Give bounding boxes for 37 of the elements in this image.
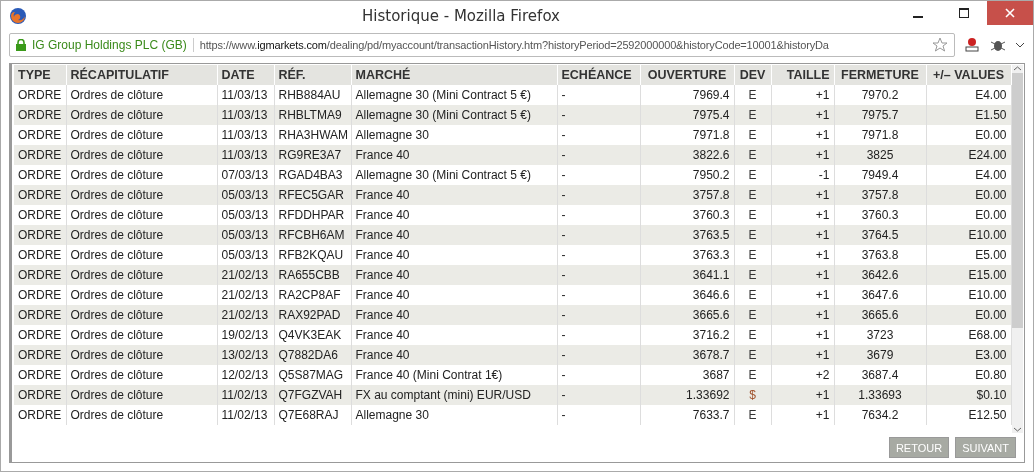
column-header[interactable]: RÉF.: [274, 65, 351, 85]
lock-icon: [16, 38, 26, 51]
size-cell: +1: [771, 405, 834, 425]
date-cell: 11/02/13: [217, 405, 274, 425]
browser-logo-icon: [9, 6, 27, 25]
star-icon[interactable]: [932, 36, 948, 53]
column-header[interactable]: DEV: [734, 65, 771, 85]
column-header[interactable]: RÉCAPITULATIF: [66, 65, 217, 85]
close-price-cell: 7634.2: [834, 405, 926, 425]
scroll-up-icon[interactable]: [1012, 65, 1022, 71]
close-icon: [1005, 8, 1015, 18]
column-header[interactable]: +/– VALUES: [926, 65, 1011, 85]
scrollbar[interactable]: [1011, 65, 1023, 433]
column-header[interactable]: MARCHÉ: [351, 65, 557, 85]
column-header[interactable]: FERMETURE: [834, 65, 926, 85]
minimize-icon: [913, 16, 923, 18]
column-header[interactable]: OUVERTURE: [640, 65, 734, 85]
window-title: Historique - Mozilla Firefox: [361, 6, 561, 25]
expiry-cell: -: [557, 405, 640, 425]
dropdown-caret-icon[interactable]: [1015, 40, 1025, 49]
address-bar[interactable]: IG Group Holdings PLC (GB) https://www.igmarkets.com/dealing/pd/myaccount/transactionHistory.htm?historyPeriod=2592000000&historyCode=10001&historyDa: [9, 32, 955, 57]
currency-cell: E: [734, 405, 771, 425]
maximize-icon: [959, 8, 969, 18]
column-header[interactable]: TAILLE: [771, 65, 834, 85]
open-price-cell: 7633.7: [640, 405, 734, 425]
column-header[interactable]: TYPE: [14, 65, 66, 85]
scroll-down-icon[interactable]: [1012, 427, 1022, 433]
site-identity[interactable]: IG Group Holdings PLC (GB): [32, 37, 194, 52]
column-header[interactable]: DATE: [217, 65, 274, 85]
summary-cell: Ordres de clôture: [66, 405, 217, 425]
market-cell: Allemagne 30: [351, 405, 557, 425]
stamp-icon[interactable]: [963, 35, 981, 54]
url-text: https://www.igmarkets.com/dealing/pd/myaccount/transactionHistory.htm?historyPeriod=2592000000&historyCode=10001&historyDa: [199, 38, 830, 51]
type-cell: ORDRE: [14, 405, 66, 425]
column-header[interactable]: ECHÉANCE: [557, 65, 640, 85]
profit-cell: E12.50: [926, 405, 1011, 425]
reference-cell: Q7E68RAJ: [274, 405, 351, 425]
